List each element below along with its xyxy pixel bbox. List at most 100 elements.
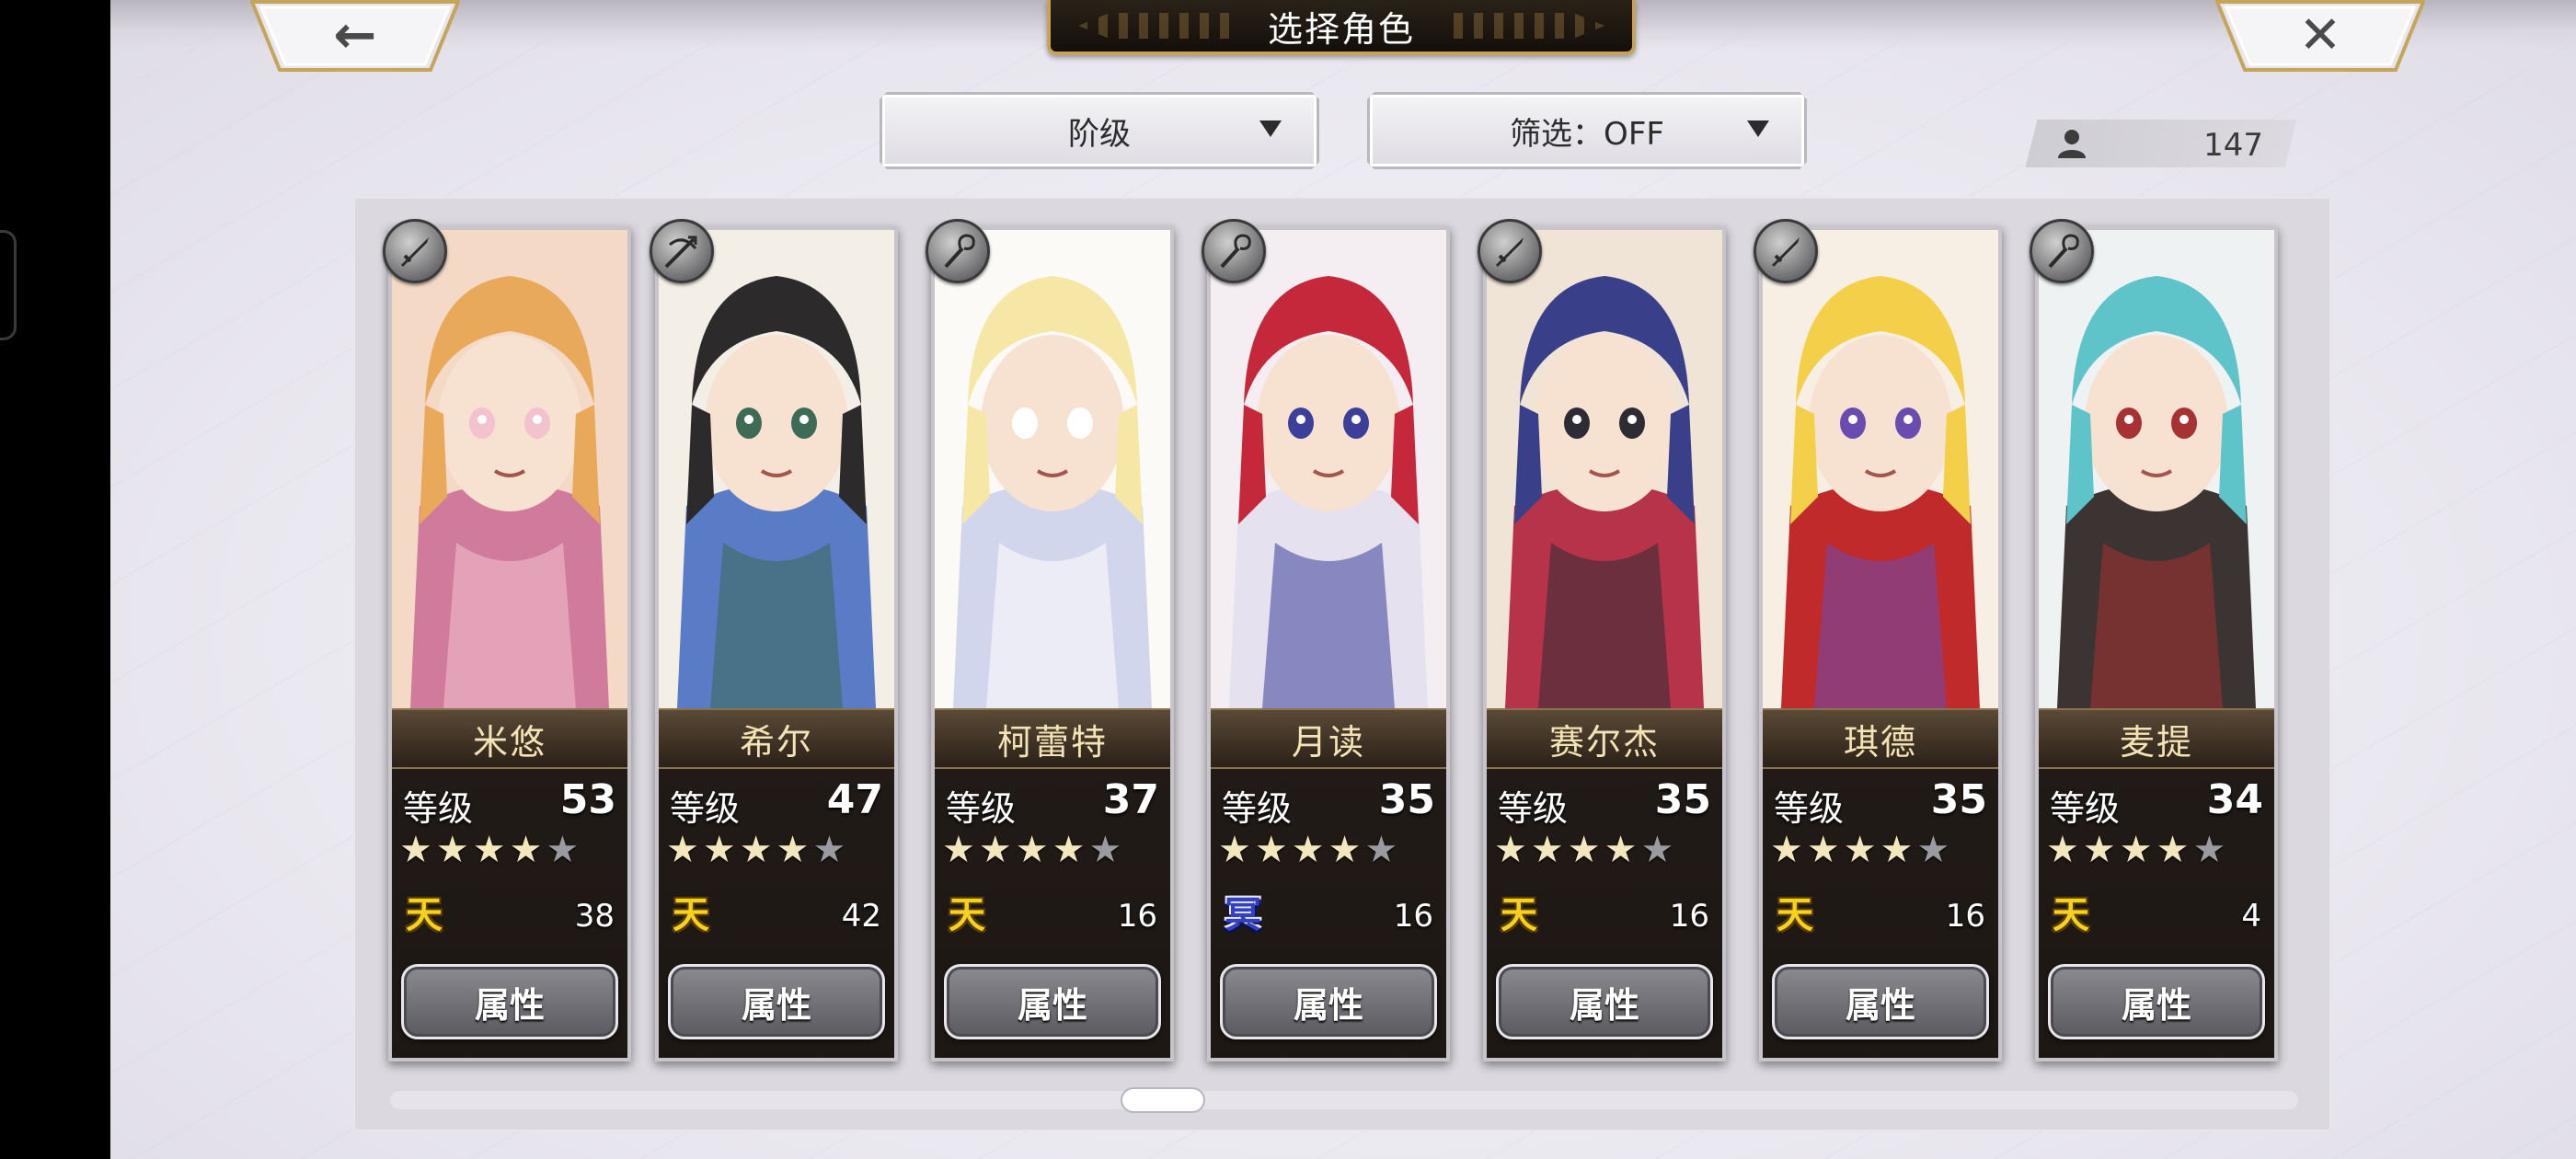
filter-dropdown[interactable]: 筛选：OFF bbox=[1367, 92, 1807, 169]
character-portrait bbox=[392, 230, 627, 708]
name-bar: 米悠 bbox=[392, 708, 627, 769]
star-icon: ★ bbox=[739, 829, 773, 871]
sort-dropdown[interactable]: 阶级 bbox=[880, 92, 1319, 169]
attribute-button-label: 属性 bbox=[1017, 984, 1087, 1026]
star-icon: ★ bbox=[2156, 829, 2190, 871]
attribute-button[interactable]: 属性 bbox=[1496, 964, 1713, 1039]
star-icon: ★ bbox=[1494, 829, 1527, 871]
star-icon: ★ bbox=[2192, 829, 2226, 871]
level-label: 等级 bbox=[1222, 788, 1293, 829]
rank-value: 42 bbox=[841, 898, 881, 935]
rank-value: 4 bbox=[2241, 898, 2261, 935]
star-icon: ★ bbox=[1088, 829, 1122, 871]
level-label: 等级 bbox=[946, 788, 1017, 829]
star-icon: ★ bbox=[399, 829, 432, 871]
sword-icon bbox=[383, 219, 447, 283]
star-rating: ★ ★ ★ ★ ★ bbox=[1770, 832, 1949, 868]
attribute-button[interactable]: 属性 bbox=[401, 964, 618, 1039]
filter-dropdown-label: 筛选：OFF bbox=[1510, 115, 1664, 153]
star-icon: ★ bbox=[1916, 829, 1950, 871]
rank-badge-icon: 天 bbox=[2053, 894, 2089, 936]
sword-icon bbox=[1478, 219, 1542, 283]
star-icon: ★ bbox=[1806, 829, 1840, 871]
attribute-button[interactable]: 属性 bbox=[1220, 964, 1437, 1039]
star-rating: ★ ★ ★ ★ ★ bbox=[1494, 832, 1673, 868]
back-arrow-icon: ← bbox=[333, 6, 377, 65]
staff-icon bbox=[926, 219, 990, 283]
staff-icon bbox=[2030, 219, 2094, 283]
character-card[interactable]: 柯蕾特 等级 37 ★ ★ ★ ★ ★ 天 16 属性 bbox=[931, 226, 1174, 1061]
name-bar: 麦提 bbox=[2039, 708, 2274, 769]
star-icon: ★ bbox=[435, 829, 469, 871]
name-bar: 赛尔杰 bbox=[1487, 708, 1722, 769]
star-icon: ★ bbox=[702, 829, 736, 871]
attribute-button[interactable]: 属性 bbox=[944, 964, 1161, 1039]
star-icon: ★ bbox=[812, 829, 846, 871]
star-icon: ★ bbox=[776, 829, 810, 871]
attribute-button-label: 属性 bbox=[474, 984, 545, 1026]
character-card[interactable]: 希尔 等级 47 ★ ★ ★ ★ ★ 天 42 属性 bbox=[655, 226, 898, 1061]
star-icon: ★ bbox=[1254, 829, 1288, 871]
rank-badge-icon: 天 bbox=[949, 894, 985, 936]
star-icon: ★ bbox=[1567, 829, 1601, 871]
rank-badge-icon: 天 bbox=[406, 894, 443, 936]
character-portrait bbox=[2039, 230, 2274, 708]
character-card[interactable]: 月读 等级 35 ★ ★ ★ ★ ★ 冥 16 属性 bbox=[1207, 226, 1450, 1061]
attribute-button[interactable]: 属性 bbox=[2048, 964, 2265, 1039]
character-count: 147 bbox=[2031, 120, 2291, 167]
character-name: 希尔 bbox=[739, 721, 813, 763]
character-name: 米悠 bbox=[472, 721, 546, 763]
rank-badge-icon: 冥 bbox=[1225, 894, 1261, 936]
scrollbar-thumb[interactable] bbox=[1121, 1087, 1205, 1113]
character-card[interactable]: 琪德 等级 35 ★ ★ ★ ★ ★ 天 16 属性 bbox=[1759, 226, 2002, 1061]
attribute-button-label: 属性 bbox=[741, 984, 811, 1026]
name-bar: 柯蕾特 bbox=[935, 708, 1170, 769]
character-portrait bbox=[1763, 230, 1998, 708]
character-card[interactable]: 米悠 等级 53 ★ ★ ★ ★ ★ 天 38 属性 bbox=[388, 226, 631, 1061]
rank-badge-icon: 天 bbox=[673, 894, 709, 936]
character-card[interactable]: 麦提 等级 34 ★ ★ ★ ★ ★ 天 4 属性 bbox=[2035, 226, 2278, 1061]
level-value: 37 bbox=[1102, 776, 1159, 823]
crossbow-icon bbox=[650, 219, 714, 283]
character-card[interactable]: 赛尔杰 等级 35 ★ ★ ★ ★ ★ 天 16 属性 bbox=[1483, 226, 1726, 1061]
star-icon: ★ bbox=[1770, 829, 1803, 871]
character-portrait bbox=[1211, 230, 1446, 708]
star-icon: ★ bbox=[1880, 829, 1914, 871]
rank-badge-icon: 天 bbox=[1501, 894, 1537, 936]
star-icon: ★ bbox=[1640, 829, 1674, 871]
character-name: 月读 bbox=[1291, 721, 1365, 763]
level-label: 等级 bbox=[403, 788, 474, 829]
name-bar: 希尔 bbox=[659, 708, 894, 769]
star-icon: ★ bbox=[546, 829, 580, 871]
back-button[interactable]: ← bbox=[250, 0, 460, 72]
close-icon: ✕ bbox=[2298, 6, 2342, 65]
sword-icon bbox=[1754, 219, 1818, 283]
star-rating: ★ ★ ★ ★ ★ bbox=[1218, 832, 1397, 868]
character-name: 麦提 bbox=[2119, 721, 2193, 763]
attribute-button[interactable]: 属性 bbox=[1772, 964, 1989, 1039]
star-icon: ★ bbox=[1291, 829, 1325, 871]
close-button[interactable]: ✕ bbox=[2215, 0, 2425, 72]
character-name: 柯蕾特 bbox=[996, 721, 1108, 763]
level-label: 等级 bbox=[2050, 788, 2121, 829]
star-icon: ★ bbox=[1364, 829, 1398, 871]
person-icon bbox=[2058, 130, 2086, 158]
level-value: 53 bbox=[559, 776, 616, 823]
level-label: 等级 bbox=[1498, 788, 1569, 829]
star-icon: ★ bbox=[1015, 829, 1049, 871]
level-value: 34 bbox=[2206, 776, 2263, 823]
level-label: 等级 bbox=[1774, 788, 1845, 829]
rank-badge-icon: 天 bbox=[1777, 894, 1813, 936]
character-portrait bbox=[1487, 230, 1722, 708]
star-rating: ★ ★ ★ ★ ★ bbox=[666, 832, 845, 868]
horizontal-scrollbar[interactable] bbox=[390, 1091, 2298, 1109]
rank-value: 16 bbox=[1117, 898, 1157, 935]
character-count-value: 147 bbox=[2203, 127, 2263, 164]
character-portrait bbox=[935, 230, 1170, 708]
name-bar: 琪德 bbox=[1763, 708, 1998, 769]
star-icon: ★ bbox=[2119, 829, 2153, 871]
page-title: 选择角色 bbox=[1267, 8, 1415, 50]
attribute-button[interactable]: 属性 bbox=[668, 964, 885, 1039]
star-icon: ★ bbox=[2082, 829, 2116, 871]
rank-value: 16 bbox=[1669, 898, 1709, 935]
